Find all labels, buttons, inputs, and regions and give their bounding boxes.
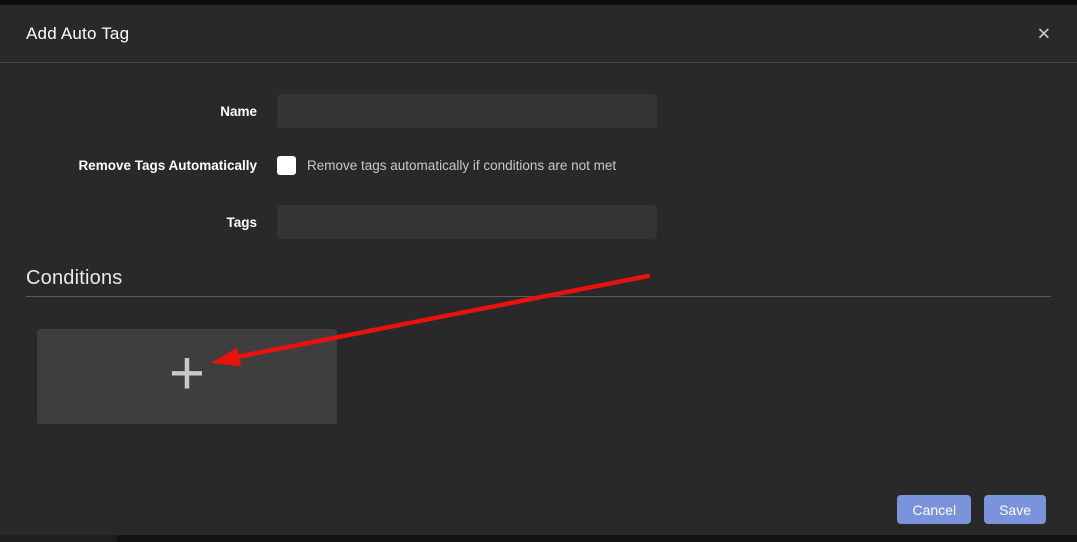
tags-input[interactable] [277, 205, 657, 239]
name-label: Name [26, 104, 277, 119]
remove-tags-checkbox[interactable] [277, 156, 296, 175]
conditions-divider [26, 296, 1051, 297]
conditions-heading: Conditions [26, 267, 1051, 290]
dialog-body: Name Remove Tags Automatically Remove ta… [0, 63, 1077, 424]
remove-tags-description: Remove tags automatically if conditions … [307, 158, 616, 173]
background-bottom-strip-left [0, 535, 117, 542]
tags-field-row: Tags [26, 205, 1051, 239]
close-icon[interactable]: ✕ [1033, 21, 1055, 46]
plus-icon: + [169, 343, 205, 405]
remove-tags-row: Remove Tags Automatically Remove tags au… [26, 156, 1051, 175]
tags-label: Tags [26, 215, 277, 230]
background-bottom-strip [0, 535, 1077, 542]
remove-tags-label: Remove Tags Automatically [26, 158, 277, 173]
page: Add Auto Tag ✕ Name Remove Tags Automati… [0, 0, 1077, 542]
dialog-footer: Cancel Save [897, 495, 1046, 524]
add-auto-tag-dialog: Add Auto Tag ✕ Name Remove Tags Automati… [0, 5, 1077, 535]
dialog-header: Add Auto Tag ✕ [0, 5, 1077, 63]
cancel-button[interactable]: Cancel [897, 495, 971, 524]
add-condition-button[interactable]: + [37, 329, 337, 424]
dialog-title: Add Auto Tag [26, 24, 129, 44]
save-button[interactable]: Save [984, 495, 1046, 524]
name-field-row: Name [26, 94, 1051, 128]
name-input[interactable] [277, 94, 657, 128]
